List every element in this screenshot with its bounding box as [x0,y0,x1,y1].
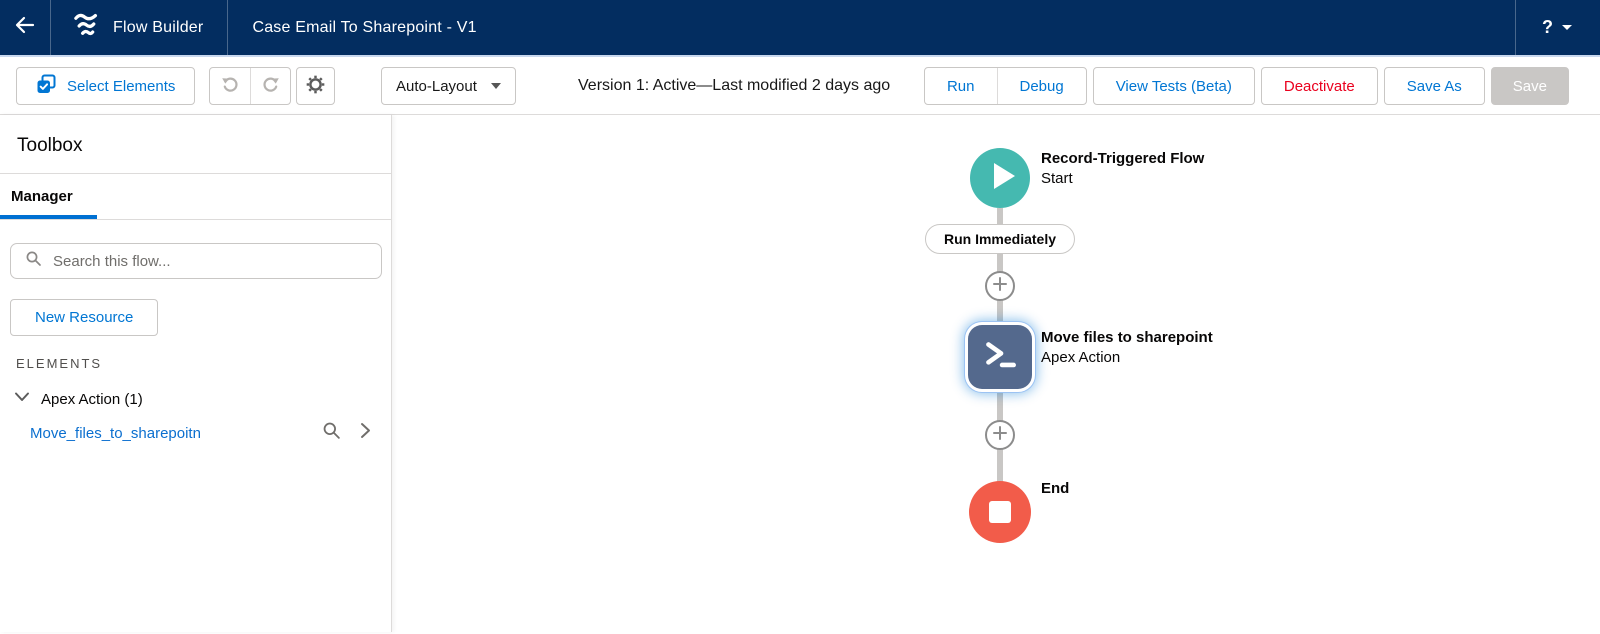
app-header: Flow Builder Case Email To Sharepoint - … [0,0,1600,57]
flow-builder-logo-icon [73,10,100,45]
search-input[interactable] [53,253,369,270]
element-item-link[interactable]: Move_files_to_sharepoitn [30,425,201,442]
add-element-button[interactable] [985,420,1015,450]
end-node-title: End [1041,479,1069,499]
apex-action-node-subtitle: Apex Action [1041,348,1213,368]
apex-action-node-labels: Move files to sharepoint Apex Action [1041,328,1213,368]
plus-icon [992,425,1008,446]
toolbox-sidebar: Toolbox Manager New Resource ELEMENTS Ap… [0,115,392,632]
flow-title: Case Email To Sharepoint - V1 [252,19,476,37]
flow-canvas[interactable]: Record-Triggered Flow Start Run Immediat… [392,115,1600,632]
magnifier-icon [25,250,42,272]
debug-button[interactable]: Debug [997,68,1086,104]
undo-redo-group [209,67,291,105]
app-name: Flow Builder [113,19,203,37]
version-status-text: Version 1: Active—Last modified 2 days a… [578,57,890,115]
plus-icon [992,276,1008,297]
brand: Flow Builder [51,0,227,55]
elements-heading: ELEMENTS [16,356,375,371]
terminal-prompt-icon [979,334,1021,381]
flow-settings-button[interactable] [296,67,335,105]
gear-icon [306,75,325,98]
chevron-down-icon [1562,25,1572,30]
element-list-item: Move_files_to_sharepoitn [30,421,375,445]
chevron-right-icon[interactable] [360,422,371,444]
flow-toolbar: Select Elements [0,57,1600,115]
element-group-label: Apex Action (1) [41,391,143,408]
apex-action-node[interactable] [968,325,1032,389]
start-node[interactable] [970,148,1030,208]
toolbox-tabs: Manager [0,174,391,220]
undo-icon [220,74,240,98]
stop-square-icon [989,501,1011,523]
play-icon [970,146,1030,211]
chevron-down-icon [491,83,501,89]
chevron-down-icon [14,390,30,408]
multi-select-check-icon [36,74,56,98]
active-tab-indicator [0,215,97,219]
start-node-title: Record-Triggered Flow [1041,149,1204,169]
back-arrow-icon [13,13,37,42]
layout-mode-value: Auto-Layout [396,78,477,95]
select-elements-label: Select Elements [67,78,175,95]
flow-search-box [10,243,382,279]
layout-mode-dropdown[interactable]: Auto-Layout [381,67,516,105]
toolbox-heading: Toolbox [0,115,391,174]
end-node-labels: End [1041,479,1069,499]
save-button[interactable]: Save [1491,67,1569,105]
find-in-flow-icon[interactable] [322,421,341,445]
end-node [969,481,1031,543]
trigger-path-badge[interactable]: Run Immediately [925,224,1075,254]
element-group-apex-action[interactable]: Apex Action (1) [14,390,377,408]
select-elements-button[interactable]: Select Elements [16,67,195,105]
run-debug-group: Run Debug [924,67,1087,105]
run-button[interactable]: Run [925,68,997,104]
add-element-button[interactable] [985,271,1015,301]
deactivate-button[interactable]: Deactivate [1261,67,1378,105]
start-node-subtitle: Start [1041,169,1204,189]
redo-button[interactable] [250,68,290,104]
question-mark-icon: ? [1542,17,1553,38]
tab-manager[interactable]: Manager [11,188,73,205]
redo-icon [261,74,281,98]
view-tests-button[interactable]: View Tests (Beta) [1093,67,1255,105]
apex-action-node-title: Move files to sharepoint [1041,328,1213,348]
undo-button[interactable] [210,68,250,104]
back-button[interactable] [0,0,50,55]
new-resource-button[interactable]: New Resource [10,299,158,336]
save-as-button[interactable]: Save As [1384,67,1485,105]
start-node-labels: Record-Triggered Flow Start [1041,149,1204,189]
help-menu-button[interactable]: ? [1516,0,1600,55]
